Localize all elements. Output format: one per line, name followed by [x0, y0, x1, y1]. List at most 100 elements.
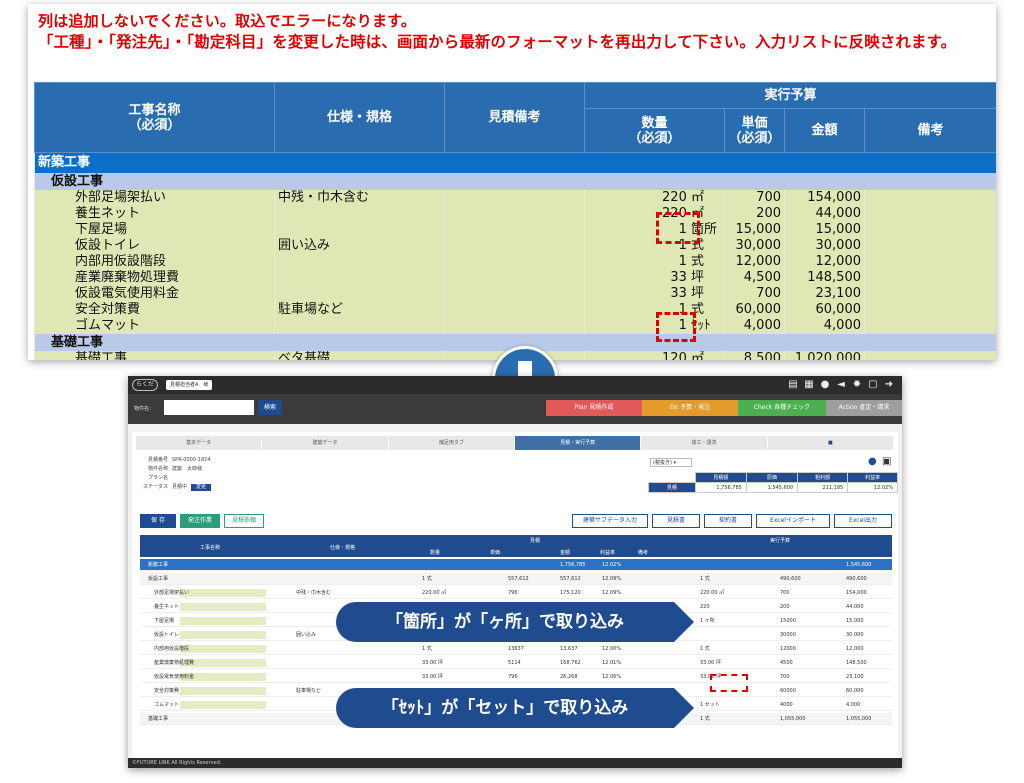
notification-icon[interactable]: ◄ [836, 379, 846, 390]
tax-select[interactable]: (税抜き) ▾ [650, 458, 692, 467]
item-amount: 1,020,000 [784, 350, 865, 360]
stage-do[interactable]: Do 予算・発注 [642, 400, 738, 416]
item-price: 15,000 [724, 221, 785, 238]
status-change-button[interactable]: 変更 [191, 484, 212, 491]
grid-row[interactable]: 仮設電気使用料金 33.00 坪 796 26,268 12.06% 33.00 坪 700… [140, 671, 892, 683]
grid-header: 工事名称 仕様・規格 見積 実行予算 数量 単価 金額 利益率 備考 [140, 535, 892, 557]
item-spec [274, 285, 445, 302]
row-price: 557,612 [508, 576, 529, 582]
tab-folder[interactable]: ■ [767, 436, 894, 450]
row-budget-amount: 23,100 [846, 674, 864, 680]
grid-row[interactable]: 外部足場架払い 中残・巾木含む 220.00 ㎡ 796 175,120 12.09% 22… [140, 587, 892, 599]
name-field[interactable] [180, 589, 266, 597]
row-price: 5114 [508, 660, 521, 666]
search-bar: 物件名： 検索 Plan 見積作成 Do 予算・発注 Check 各種チェック … [128, 394, 902, 424]
item-note [863, 317, 996, 334]
excel-import-button[interactable]: Excelインポート [756, 514, 830, 528]
row-qty: 33.00 坪 [422, 674, 443, 680]
stage-plan[interactable]: Plan 見積作成 [546, 400, 642, 416]
calendar-icon[interactable]: ▦ [804, 379, 814, 390]
item-spec [274, 221, 445, 238]
row-spec: 中残・巾木含む [296, 590, 332, 596]
item-row: 安全対策費 駐車場など 1 式 60,000 60,000 [34, 301, 996, 318]
row-qty: 1 式 [422, 646, 432, 652]
item-qty: 1 式 [584, 253, 725, 270]
logout-icon[interactable]: ➜ [884, 379, 894, 390]
summary-table: 見積額 原価 粗利額 利益率 見積 1,756,785 1,545,600 211,1… [648, 472, 898, 493]
item-name: 仮設電気使用料金 [34, 285, 275, 302]
row-name: 外部足場架払い [154, 590, 190, 596]
save-button[interactable]: 保 存 [140, 514, 176, 528]
item-name: 外部足場架払い [34, 189, 275, 206]
grid-row[interactable]: 内部用仮設階段 1 式 13637 13,637 12.00% 1 式 12000 12,00… [140, 643, 892, 655]
order-work-button[interactable]: 発注作業 [180, 514, 220, 528]
item-qty: 1 ｾｯﾄ [584, 317, 725, 334]
stage-check[interactable]: Check 各種チェック [738, 400, 826, 416]
row-name: ゴムマット [154, 702, 180, 708]
chat-icon[interactable]: ● [868, 456, 877, 467]
name-field[interactable] [180, 701, 266, 709]
project-info: 見積番号 SPR-0000-1824 物件名称 建築 太郎様 プラン名 ステータス見… [142, 457, 212, 491]
excel-export-button[interactable]: Excel出力 [834, 514, 892, 528]
grid-row[interactable]: 仮設工事 1 式 557,612 557,612 12.09% 1 式 490,600 490… [140, 573, 892, 585]
print-icon[interactable]: ▣ [882, 456, 891, 467]
name-field[interactable] [180, 631, 266, 639]
tab-estimate-budget[interactable]: 見積・実行予算 [514, 436, 642, 450]
item-spec: 駐車場など [274, 301, 445, 318]
item-row: 内部用仮設階段 1 式 12,000 12,000 [34, 253, 996, 270]
row-budget-price: 490,600 [780, 576, 801, 582]
row-price: 13637 [508, 646, 524, 652]
header-name: 工事名称 （必須） [34, 82, 275, 153]
item-spec [274, 317, 445, 334]
estimate-book-button[interactable]: 見積書 [652, 514, 700, 528]
item-price: 200 [724, 205, 785, 222]
search-button[interactable]: 検索 [258, 400, 282, 415]
estimate-request-button[interactable]: 見積依頼 [224, 514, 264, 528]
item-qty: 1 箇所 [584, 221, 725, 238]
row-rate: 12.00% [602, 646, 622, 652]
name-field[interactable] [180, 603, 266, 611]
chat-icon[interactable]: ● [820, 379, 830, 390]
item-unit: ㎡ [691, 351, 705, 360]
row-budget-qty: 1 セット [700, 702, 720, 708]
row-budget-qty: 220 [700, 604, 710, 610]
grid-row[interactable]: 産業廃棄物処理費 33.00 坪 5114 168,762 12.01% 33.00 坪 4… [140, 657, 892, 669]
item-qty: 220 ㎡ [584, 189, 725, 206]
item-row: 仮設電気使用料金 33 坪 700 23,100 [34, 285, 996, 302]
user-chip[interactable]: 見積担当者A 様 [166, 380, 213, 390]
header-unit-price: 単価 （必須） [724, 108, 785, 153]
stage-action[interactable]: Action 査定・請求 [826, 400, 902, 416]
tab-supplement[interactable]: 補足用タブ [388, 436, 515, 450]
name-field[interactable] [180, 687, 266, 695]
name-field[interactable] [180, 645, 266, 653]
name-field[interactable] [180, 617, 266, 625]
item-name: 下屋足場 [34, 221, 275, 238]
excel-table: 工事名称 （必須） 仕様・規格 見積備考 実行予算 数量 （必須） 単価 （必須） 金… [33, 82, 996, 360]
item-note [863, 301, 996, 318]
tab-building-data[interactable]: 建築データ [262, 436, 389, 450]
item-note [863, 350, 996, 360]
row-budget-qty: 220.00 ㎡ [700, 590, 725, 596]
warning-line-1: 列は追加しないでください。取込でエラーになります。 [38, 12, 417, 30]
item-estimate-note [444, 205, 585, 222]
gear-icon[interactable]: ✹ [852, 379, 862, 390]
tab-completion[interactable]: 竣工・請求 [641, 436, 768, 450]
row-qty: 220.00 ㎡ [422, 590, 447, 596]
tab-basic-data[interactable]: 基本データ [136, 436, 263, 450]
subdata-button[interactable]: 建築サブデータ入力 [572, 514, 648, 528]
row-amount: 26,268 [560, 674, 578, 680]
row-price: 796 [508, 674, 518, 680]
item-price: 60,000 [724, 301, 785, 318]
item-qty: 120 ㎡ [584, 350, 725, 360]
folder-icon[interactable]: ▢ [868, 379, 878, 390]
row-rate: 12.09% [602, 590, 622, 596]
item-estimate-note [444, 269, 585, 286]
section-name: 仮設工事 [33, 172, 996, 190]
contract-book-button[interactable]: 契約書 [704, 514, 752, 528]
grid-row[interactable]: 新築工事 1,756,785 12.02% 1,545,600 [140, 559, 892, 571]
search-input[interactable] [164, 400, 254, 415]
row-budget-amount: 154,000 [846, 590, 867, 596]
document-icon[interactable]: ▤ [788, 379, 798, 390]
row-price: 796 [508, 590, 518, 596]
row-budget-amount: 15,000 [846, 618, 864, 624]
